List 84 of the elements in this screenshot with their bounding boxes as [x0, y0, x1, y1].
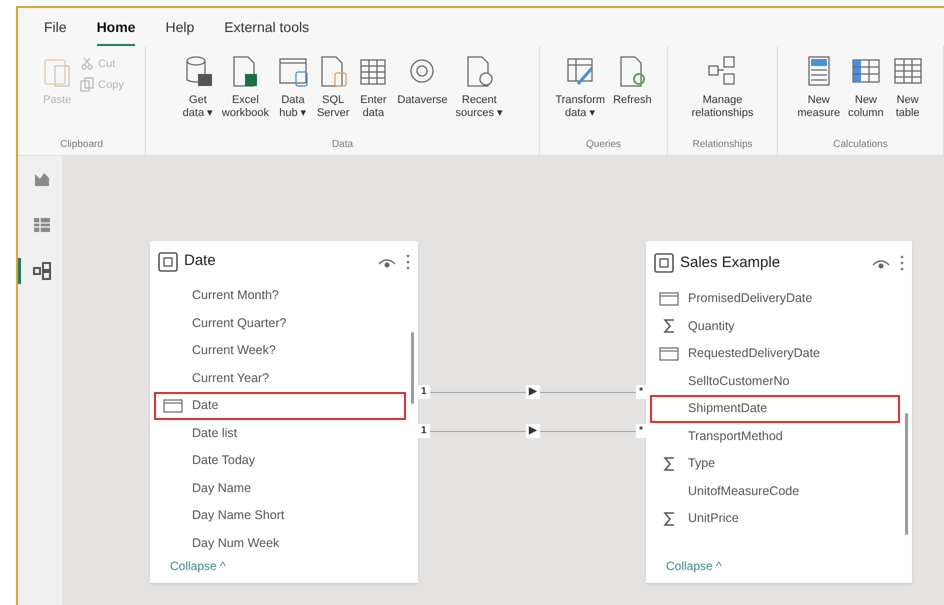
direction-marker: ▶ [526, 385, 540, 399]
field-row[interactable]: Date list [154, 420, 406, 447]
field-name: Type [688, 455, 716, 472]
table-icon [158, 252, 178, 272]
field-name: Day Num Week [192, 534, 280, 552]
collapse-link[interactable]: Collapse ^ [666, 557, 722, 575]
field-name: RequestedDeliveryDate [688, 345, 820, 362]
field-row[interactable]: UnitofMeasureCode [650, 478, 900, 505]
field-name: PromisedDeliveryDate [688, 290, 812, 308]
field-row[interactable]: Current Quarter? [154, 310, 406, 337]
ribbon-group-label: Data [330, 138, 354, 152]
ribbon-button[interactable]: Data hub ▾ [274, 54, 311, 137]
cardinality-label: * [636, 424, 646, 438]
table-icon [654, 253, 674, 273]
scrollbar [411, 332, 414, 404]
field-name: Day Name Short [192, 507, 284, 524]
ribbon-group-label: Calculations [832, 138, 889, 152]
ribbon-group-label: Queries [584, 138, 622, 152]
field-name: Day Name [192, 480, 252, 497]
table-icon [32, 215, 52, 235]
field-row[interactable]: Type [650, 450, 900, 478]
ribbon-group-label: Relationships [691, 138, 754, 152]
ribbon-button[interactable]: New measure [795, 54, 842, 137]
sigma-icon [662, 318, 676, 334]
field-row[interactable]: Day Num Week [154, 530, 406, 557]
ribbon-button[interactable]: New table [890, 54, 926, 137]
cardinality-label: 1 [418, 385, 430, 399]
field-name: Date [192, 397, 218, 414]
field-row[interactable]: Quantity [650, 312, 900, 340]
ribbon-group-label: Clipboard [59, 138, 104, 152]
field-name: UnitofMeasureCode [688, 482, 800, 500]
model-icon [32, 261, 52, 281]
field-row[interactable]: TransportMethod [650, 422, 900, 450]
ribbon-button[interactable]: New column [846, 54, 886, 137]
field-row[interactable]: Date Today [154, 447, 406, 474]
copy-icon [79, 76, 96, 93]
field-name: Quantity [688, 318, 735, 335]
field-name: SelltoCustomerNo [688, 372, 790, 390]
scissors-icon [79, 56, 96, 72]
field-row[interactable]: Day Name Short [154, 502, 406, 530]
collapse-link[interactable]: Collapse ^ [170, 557, 226, 575]
field-row[interactable]: SelltoCustomerNo [650, 368, 900, 395]
table-title: Date [184, 251, 217, 272]
field-row[interactable]: Current Week? [154, 337, 406, 364]
field-row[interactable]: RequestedDeliveryDate [650, 340, 900, 368]
ribbon-button[interactable]: Enter data [355, 54, 392, 137]
table-title: Sales Example [680, 252, 782, 273]
cardinality-label: 1 [418, 424, 430, 438]
ribbon-button[interactable]: Refresh [611, 54, 654, 137]
menu-tab[interactable]: File [44, 17, 67, 46]
field-name: Date list [192, 424, 238, 442]
field-row[interactable]: PromisedDeliveryDate [650, 285, 900, 312]
field-name: ShipmentDate [688, 400, 768, 418]
calendar-icon [659, 290, 679, 307]
field-name: Current Month? [192, 287, 279, 304]
more-options-icon[interactable] [406, 252, 410, 270]
ribbon-button[interactable]: Recent sources ▾ [454, 54, 506, 137]
field-row[interactable]: Date [154, 392, 406, 420]
ribbon-button[interactable]: Transform data ▾ [553, 54, 608, 137]
cardinality-label: * [636, 385, 646, 399]
field-row[interactable]: Current Month? [154, 282, 406, 310]
ribbon-button[interactable]: Dataverse [395, 54, 450, 137]
field-row[interactable]: Current Year? [154, 364, 406, 392]
field-row[interactable]: ShipmentDate [650, 395, 900, 422]
field-row[interactable]: Day Name [154, 474, 406, 502]
field-name: Current Quarter? [192, 314, 286, 332]
ribbon-button[interactable]: Excel workbook [220, 54, 271, 137]
menu-tab[interactable]: Help [165, 17, 194, 46]
field-name: Current Year? [192, 370, 270, 387]
sigma-icon [662, 456, 676, 472]
direction-marker: ▶ [526, 424, 540, 438]
menu-tab[interactable]: External tools [224, 17, 310, 46]
calendar-icon [163, 398, 183, 414]
field-name: Date Today [192, 452, 256, 470]
field-row[interactable]: UnitPrice [650, 505, 900, 532]
calendar-icon [659, 346, 679, 362]
sigma-icon [662, 510, 676, 527]
field-name: TransportMethod [688, 428, 783, 445]
field-name: Current Week? [192, 342, 276, 360]
ribbon-button[interactable]: Get data ▾ [180, 54, 216, 137]
ribbon-button[interactable]: Manage relationships [690, 54, 756, 137]
ribbon-button[interactable]: SQL Server [314, 54, 352, 137]
more-options-icon[interactable] [900, 254, 904, 272]
field-name: UnitPrice [688, 510, 739, 528]
